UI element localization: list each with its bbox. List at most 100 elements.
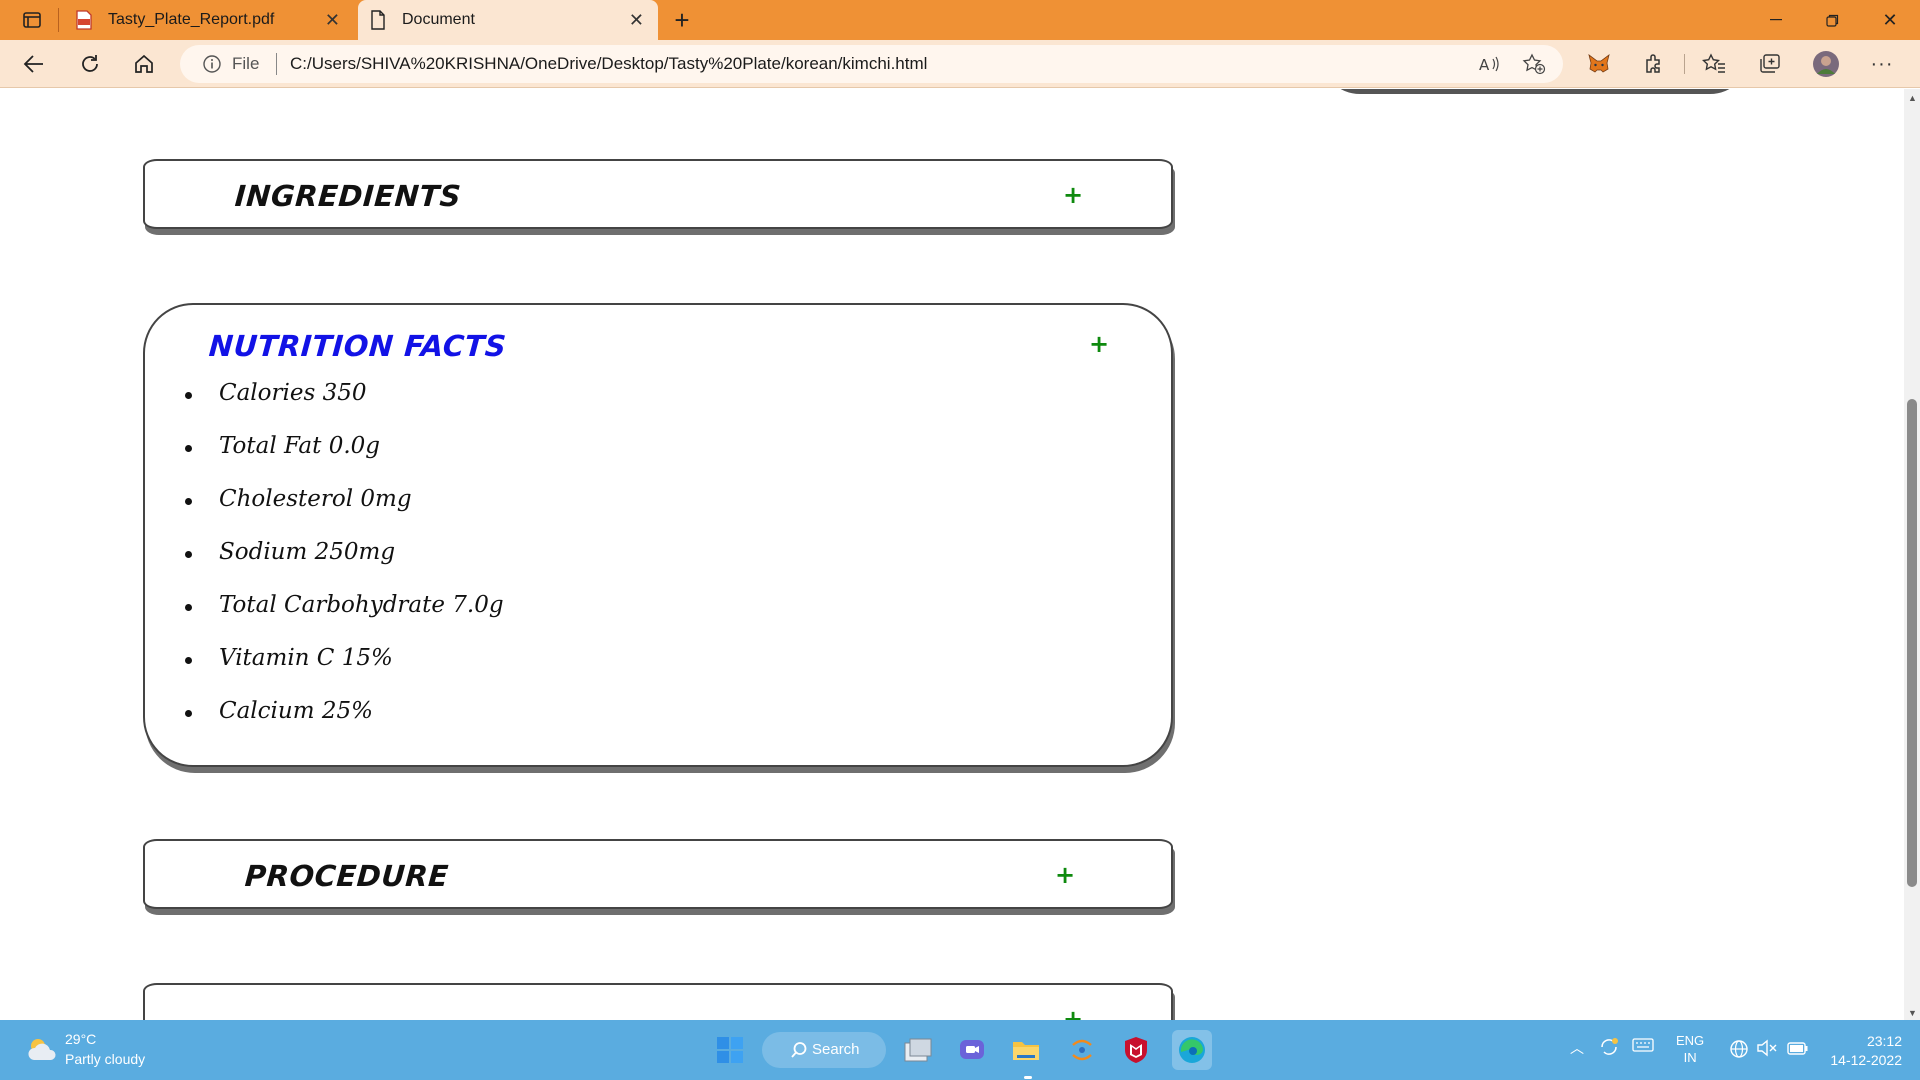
network-globe-icon[interactable] [1728,1038,1750,1063]
expand-procedure-icon[interactable]: + [1055,861,1075,889]
task-view-icon [904,1038,932,1062]
tab-actions-icon [23,12,41,28]
mcafee-shield-icon [1125,1037,1147,1063]
weather-description[interactable]: Partly cloudy [65,1051,145,1067]
tab-divider [58,8,59,32]
task-view-button[interactable] [898,1030,938,1070]
teams-chat-button[interactable] [952,1030,992,1070]
restore-button[interactable] [1804,0,1860,40]
minimize-button[interactable] [1748,0,1804,40]
list-item: Calcium 25% [185,697,504,750]
scroll-up-icon[interactable]: ▲ [1908,93,1917,103]
minimize-icon [1770,19,1782,21]
mcafee-button[interactable] [1116,1030,1156,1070]
procedure-title: PROCEDURE [243,859,450,893]
clock-time: 23:12 [1866,1033,1902,1049]
start-button[interactable] [710,1030,750,1070]
home-button[interactable] [126,48,162,80]
search-label: Search [812,1041,860,1058]
partly-cloudy-icon[interactable] [24,1032,60,1068]
svg-text:A: A [1479,56,1490,73]
restore-icon [1825,14,1838,27]
file-explorer-button[interactable] [1006,1030,1046,1070]
nutrition-facts-list: Calories 350 Total Fat 0.0g Cholesterol … [185,379,504,750]
battery-icon[interactable] [1786,1038,1810,1061]
close-tab-icon[interactable]: ✕ [629,10,644,31]
tab-title: Document [402,11,475,28]
url-separator [276,53,277,75]
collections-icon[interactable] [1756,50,1784,78]
decorative-curve [1320,89,1750,94]
list-item: Calories 350 [185,379,504,432]
metamask-extension-icon[interactable] [1585,50,1613,78]
clock-date: 14-12-2022 [1830,1052,1902,1068]
sync-icon[interactable] [1598,1036,1620,1061]
tab-title: Tasty_Plate_Report.pdf [108,11,275,28]
favorites-icon[interactable] [1700,50,1728,78]
search-icon [791,1042,807,1058]
tab-pdf-report[interactable]: Tasty_Plate_Report.pdf ✕ [64,0,354,40]
scroll-thumb[interactable] [1907,399,1917,887]
taskbar: 29°C Partly cloudy Search ︿ ENG IN 23:12… [0,1020,1920,1080]
profile-avatar[interactable] [1812,50,1840,78]
folder-icon [1013,1042,1039,1060]
taskbar-search[interactable]: Search [762,1032,886,1068]
list-item: Total Fat 0.0g [185,432,504,485]
page-scrollbar[interactable]: ▲ ▼ [1904,89,1920,1020]
language-code: ENG [1676,1033,1705,1048]
windows-start-icon [717,1037,743,1063]
close-window-button[interactable]: ✕ [1862,0,1918,40]
back-arrow-icon [23,55,43,73]
list-item: Cholesterol 0mg [185,485,504,538]
toolbar-divider [1684,54,1685,74]
region-code: IN [1683,1050,1697,1065]
edge-icon [1179,1037,1205,1063]
address-bar[interactable]: File C:/Users/SHIVA%20KRISHNA/OneDrive/D… [180,45,1563,83]
back-button[interactable] [16,48,52,80]
ingredients-card[interactable]: INGREDIENTS + [143,159,1173,229]
document-icon [368,10,388,30]
home-icon [135,54,153,73]
url-text[interactable]: C:/Users/SHIVA%20KRISHNA/OneDrive/Deskto… [290,54,927,74]
info-icon[interactable] [202,54,222,74]
expert-card[interactable]: + [143,983,1173,1020]
add-favorite-icon[interactable] [1522,53,1546,75]
orange-app-icon [1072,1039,1092,1061]
list-item: Sodium 250mg [185,538,504,591]
tab-document[interactable]: Document ✕ [358,0,658,40]
refresh-button[interactable] [72,48,108,80]
system-clock[interactable]: 23:12 14-12-2022 [1826,1032,1902,1070]
refresh-icon [82,55,98,72]
language-indicator[interactable]: ENG IN [1676,1032,1704,1066]
expand-nutrition-icon[interactable]: + [1089,330,1109,358]
browser-toolbar: File C:/Users/SHIVA%20KRISHNA/OneDrive/D… [0,40,1920,88]
close-tab-icon[interactable]: ✕ [325,10,340,31]
procedure-card[interactable]: PROCEDURE + [143,839,1173,909]
title-bar: Tasty_Plate_Report.pdf ✕ Document ✕ + ✕ [0,0,1920,40]
nutrition-facts-title: NUTRITION FACTS [207,329,508,363]
more-menu-icon[interactable]: ··· [1868,50,1896,78]
running-app-indicator [1024,1076,1032,1079]
page-viewport: INGREDIENTS + NUTRITION FACTS + Calories… [0,89,1904,1020]
pdf-icon [74,10,94,30]
weather-temperature[interactable]: 29°C [65,1031,96,1047]
new-tab-button[interactable]: + [666,4,698,36]
chat-icon [960,1040,984,1059]
show-hidden-icons[interactable]: ︿ [1570,1038,1584,1058]
close-icon: ✕ [1882,9,1898,30]
extensions-icon[interactable] [1640,50,1668,78]
volume-muted-icon[interactable] [1756,1038,1778,1061]
url-scheme-label: File [232,54,260,73]
keyboard-icon[interactable] [1632,1037,1654,1056]
expand-ingredients-icon[interactable]: + [1063,181,1083,209]
scroll-down-icon[interactable]: ▼ [1908,1008,1917,1018]
tab-actions-button[interactable] [12,6,52,34]
edge-browser-button[interactable] [1172,1030,1212,1070]
nutrition-facts-card: NUTRITION FACTS + Calories 350 Total Fat… [143,303,1173,767]
read-aloud-icon[interactable]: A [1477,53,1501,75]
list-item: Vitamin C 15% [185,644,504,697]
app-button[interactable] [1062,1030,1102,1070]
list-item: Total Carbohydrate 7.0g [185,591,504,644]
expand-expert-icon[interactable]: + [1063,1005,1083,1020]
ingredients-title: INGREDIENTS [233,179,463,213]
